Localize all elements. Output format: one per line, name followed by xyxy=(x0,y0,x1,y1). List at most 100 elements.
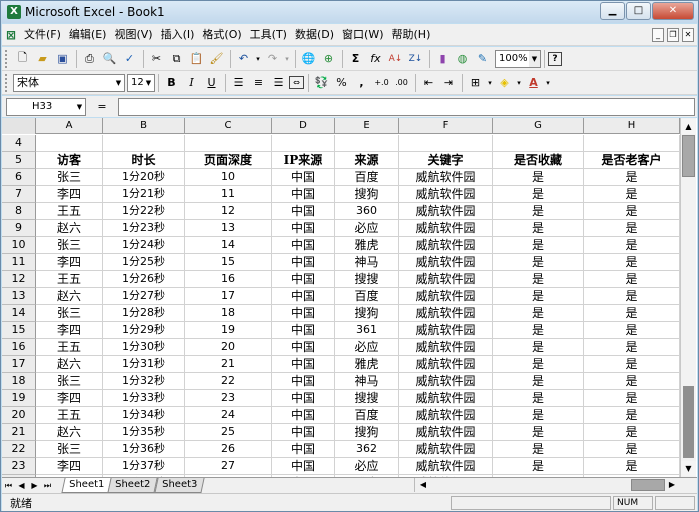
table-cell[interactable]: 是 xyxy=(493,322,584,339)
column-header[interactable]: H xyxy=(584,118,680,134)
table-cell[interactable] xyxy=(103,135,185,152)
table-cell[interactable]: 1分34秒 xyxy=(103,407,185,424)
row-header[interactable]: 4 xyxy=(2,135,36,152)
drawing-icon[interactable]: ✎ xyxy=(473,49,492,68)
table-cell[interactable]: 361 xyxy=(335,322,399,339)
table-cell[interactable]: 搜狗 xyxy=(335,186,399,203)
table-cell[interactable]: 1分26秒 xyxy=(103,271,185,288)
table-cell[interactable]: 中国 xyxy=(272,322,335,339)
table-cell[interactable]: 中国 xyxy=(272,339,335,356)
table-cell[interactable]: 必应 xyxy=(335,458,399,475)
table-cell[interactable]: 是 xyxy=(584,458,680,475)
menu-view[interactable]: 视图(V) xyxy=(110,25,156,45)
column-title-cell[interactable]: IP来源 xyxy=(272,152,335,169)
table-cell[interactable]: 12 xyxy=(185,203,272,220)
table-cell[interactable]: 威航软件园 xyxy=(399,424,493,441)
select-all-corner[interactable] xyxy=(2,118,36,134)
table-cell[interactable]: 1分21秒 xyxy=(103,186,185,203)
menu-tools[interactable]: 工具(T) xyxy=(246,25,291,45)
table-cell[interactable]: 22 xyxy=(185,373,272,390)
first-sheet-icon[interactable]: ⏮ xyxy=(2,479,15,493)
row-header[interactable]: 18 xyxy=(2,373,36,390)
column-header[interactable]: D xyxy=(272,118,335,134)
row-header[interactable]: 16 xyxy=(2,339,36,356)
table-cell[interactable]: 李四 xyxy=(36,458,103,475)
table-cell[interactable]: 中国 xyxy=(272,203,335,220)
sheet-tab-3[interactable]: Sheet3 xyxy=(153,478,205,493)
table-cell[interactable]: 是 xyxy=(493,356,584,373)
table-cell[interactable]: 10 xyxy=(185,169,272,186)
column-header[interactable]: C xyxy=(185,118,272,134)
table-cell[interactable]: 中国 xyxy=(272,186,335,203)
row-header[interactable]: 23 xyxy=(2,458,36,475)
table-cell[interactable]: 是 xyxy=(493,424,584,441)
maximize-button[interactable]: □ xyxy=(626,2,651,20)
chevron-down-icon[interactable]: ▼ xyxy=(529,50,540,67)
table-cell[interactable]: 是 xyxy=(584,339,680,356)
row-header[interactable]: 7 xyxy=(2,186,36,203)
table-cell[interactable]: 1分24秒 xyxy=(103,237,185,254)
table-cell[interactable]: 是 xyxy=(493,305,584,322)
table-cell[interactable]: 25 xyxy=(185,424,272,441)
font-select[interactable]: 宋体 ▼ xyxy=(13,73,125,92)
table-cell[interactable]: 中国 xyxy=(272,424,335,441)
table-cell[interactable]: 神马 xyxy=(335,254,399,271)
table-cell[interactable]: 张三 xyxy=(36,169,103,186)
table-cell[interactable]: 搜狗 xyxy=(335,424,399,441)
vertical-scroll-thumb[interactable] xyxy=(682,135,695,177)
table-cell[interactable]: 是 xyxy=(584,373,680,390)
table-cell[interactable]: 21 xyxy=(185,356,272,373)
print-preview-icon[interactable]: 🔍 xyxy=(100,49,119,68)
sheet-tab-2[interactable]: Sheet2 xyxy=(107,478,159,493)
table-cell[interactable]: 1分36秒 xyxy=(103,441,185,458)
table-cell[interactable]: 威航软件园 xyxy=(399,220,493,237)
borders-dropdown-icon[interactable]: ▾ xyxy=(486,73,494,92)
table-cell[interactable] xyxy=(36,135,103,152)
column-title-cell[interactable]: 是否收藏 xyxy=(493,152,584,169)
table-cell[interactable]: 是 xyxy=(493,237,584,254)
table-cell[interactable]: 威航软件园 xyxy=(399,305,493,322)
decrease-indent-icon[interactable]: ⇤ xyxy=(419,73,438,92)
font-color-dropdown-icon[interactable]: ▾ xyxy=(544,73,552,92)
table-cell[interactable]: 1分31秒 xyxy=(103,356,185,373)
table-cell[interactable]: 威航软件园 xyxy=(399,356,493,373)
table-cell[interactable]: 19 xyxy=(185,322,272,339)
table-cell[interactable]: 是 xyxy=(493,339,584,356)
row-header[interactable]: 22 xyxy=(2,441,36,458)
table-cell[interactable]: 1分32秒 xyxy=(103,373,185,390)
row-header[interactable]: 8 xyxy=(2,203,36,220)
table-cell[interactable]: 是 xyxy=(493,271,584,288)
table-cell[interactable]: 1分37秒 xyxy=(103,458,185,475)
row-header[interactable]: 12 xyxy=(2,271,36,288)
table-cell[interactable]: 18 xyxy=(185,305,272,322)
table-cell[interactable] xyxy=(272,135,335,152)
table-cell[interactable]: 是 xyxy=(584,237,680,254)
table-cell[interactable]: 必应 xyxy=(335,339,399,356)
table-cell[interactable]: 1分33秒 xyxy=(103,390,185,407)
menu-file[interactable]: 文件(F) xyxy=(20,25,65,45)
table-cell[interactable]: 27 xyxy=(185,458,272,475)
menu-window[interactable]: 窗口(W) xyxy=(338,25,387,45)
sort-ascending-icon[interactable]: A↓ xyxy=(386,49,405,68)
table-cell[interactable]: 威航软件园 xyxy=(399,322,493,339)
table-cell[interactable]: 搜搜 xyxy=(335,271,399,288)
table-cell[interactable]: 1分27秒 xyxy=(103,288,185,305)
table-cell[interactable]: 雅虎 xyxy=(335,237,399,254)
font-size-select[interactable]: 12 ▼ xyxy=(127,73,155,92)
comma-style-icon[interactable]: , xyxy=(352,73,371,92)
table-cell[interactable]: 13 xyxy=(185,220,272,237)
column-title-cell[interactable]: 页面深度 xyxy=(185,152,272,169)
table-cell[interactable]: 是 xyxy=(493,458,584,475)
column-title-cell[interactable]: 来源 xyxy=(335,152,399,169)
table-cell[interactable]: 张三 xyxy=(36,373,103,390)
table-cell[interactable]: 搜狗 xyxy=(335,305,399,322)
decrease-decimal-icon[interactable]: .00 xyxy=(392,73,411,92)
table-cell[interactable]: 是 xyxy=(584,186,680,203)
table-cell[interactable]: 王五 xyxy=(36,407,103,424)
table-cell[interactable]: 赵六 xyxy=(36,424,103,441)
close-button[interactable]: ✕ xyxy=(652,2,694,20)
fill-color-dropdown-icon[interactable]: ▾ xyxy=(515,73,523,92)
undo-dropdown-icon[interactable]: ▾ xyxy=(254,49,262,68)
table-cell[interactable]: 张三 xyxy=(36,237,103,254)
row-header[interactable]: 15 xyxy=(2,322,36,339)
